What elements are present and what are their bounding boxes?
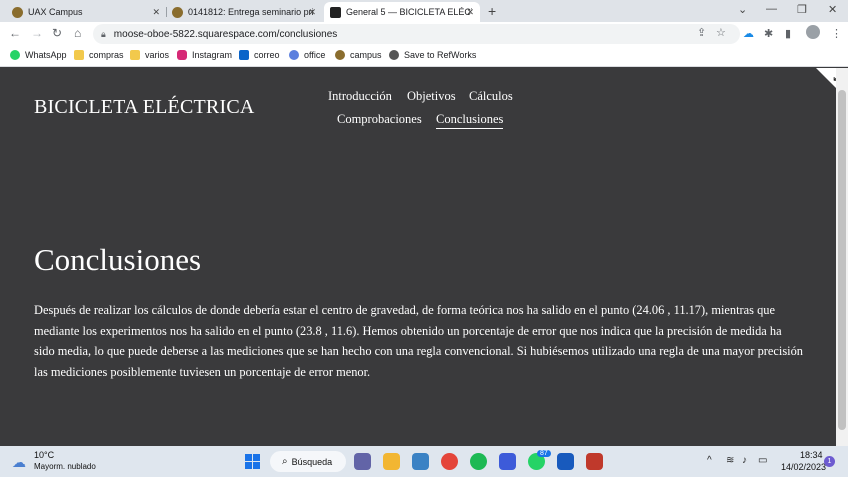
- bookmark-label: office: [304, 50, 326, 60]
- tab-entrega-seminario[interactable]: 0141812: Entrega seminario prim ✕: [166, 2, 322, 22]
- bookmark-label: correo: [254, 50, 280, 60]
- nav-calculos[interactable]: Cálculos: [469, 89, 513, 104]
- bookmark-varios[interactable]: varios: [130, 50, 169, 60]
- file-explorer-icon[interactable]: [383, 453, 400, 470]
- globe-icon: [389, 50, 399, 60]
- nav-conclusiones[interactable]: Conclusiones: [436, 112, 504, 129]
- windows-taskbar: ☁ 10°C Mayorm. nublado ⌕ Búsqueda ^ ≋ ♪ …: [0, 446, 848, 477]
- office-icon: [289, 50, 299, 60]
- close-tab-icon[interactable]: ✕: [466, 7, 474, 18]
- battery-icon[interactable]: ▭: [758, 455, 767, 466]
- tab-search-icon[interactable]: ⌄: [738, 3, 747, 16]
- nav-introduccion[interactable]: Introducción: [328, 89, 392, 104]
- restore-icon[interactable]: ❐: [797, 3, 807, 16]
- bookmark-label: Save to RefWorks: [404, 50, 477, 60]
- cloudy-weather-icon[interactable]: ☁: [12, 454, 26, 471]
- share-icon[interactable]: ⇪: [697, 26, 706, 39]
- weather-temperature[interactable]: 10°C: [34, 450, 54, 460]
- word-icon[interactable]: [557, 453, 574, 470]
- copilot-icon[interactable]: [499, 453, 516, 470]
- conclusion-paragraph: Después de realizar los cálculos de dond…: [34, 303, 803, 379]
- uax-favicon-icon: [335, 50, 345, 60]
- notification-badge[interactable]: 1: [824, 456, 835, 467]
- volume-icon[interactable]: ♪: [742, 455, 747, 466]
- start-windows-icon[interactable]: [245, 454, 260, 469]
- onedrive-extension-icon[interactable]: ☁: [743, 27, 754, 40]
- site-title[interactable]: BICICLETA ELÉCTRICA: [34, 96, 255, 119]
- bookmark-correo[interactable]: correo: [239, 50, 280, 60]
- whatsapp-unread-badge: 87: [537, 450, 551, 457]
- nav-objetivos[interactable]: Objetivos: [407, 89, 456, 104]
- tab-strip: UAX Campus ✕ 0141812: Entrega seminario …: [0, 0, 848, 22]
- bookmark-refworks[interactable]: Save to RefWorks: [389, 50, 476, 60]
- snipping-tool-icon[interactable]: [586, 453, 603, 470]
- bookmark-label: WhatsApp: [25, 50, 67, 60]
- bookmark-campus[interactable]: campus: [335, 50, 382, 60]
- instagram-icon: [177, 50, 187, 60]
- folder-icon: [130, 50, 140, 60]
- folder-icon: [74, 50, 84, 60]
- tab-title: UAX Campus: [28, 7, 83, 17]
- bookmark-label: varios: [145, 50, 170, 60]
- address-bar[interactable]: 🔒︎ moose-oboe-5822.squarespace.com/concl…: [93, 24, 740, 44]
- bookmark-label: compras: [89, 50, 124, 60]
- tab-title: 0141812: Entrega seminario prim: [188, 7, 314, 17]
- bookmarks-bar: WhatsApp compras varios Instagram correo…: [0, 46, 848, 67]
- extensions-puzzle-icon[interactable]: ✱: [764, 27, 773, 40]
- uax-favicon-icon: [172, 6, 183, 18]
- reload-icon[interactable]: ↻: [52, 26, 62, 40]
- close-tab-icon[interactable]: ✕: [152, 7, 160, 18]
- scrollbar-thumb[interactable]: [838, 90, 846, 430]
- taskbar-search[interactable]: ⌕ Búsqueda: [270, 451, 346, 472]
- chrome-icon[interactable]: [441, 453, 458, 470]
- forward-arrow-icon[interactable]: →: [31, 26, 43, 40]
- more-menu-icon[interactable]: ⋮: [831, 27, 842, 40]
- tab-uax-campus[interactable]: UAX Campus ✕: [6, 2, 166, 22]
- browser-toolbar: ← → ↻ ⌂ 🔒︎ moose-oboe-5822.squarespace.c…: [0, 22, 848, 46]
- page-scrollbar[interactable]: [836, 68, 848, 446]
- back-arrow-icon[interactable]: ←: [9, 26, 21, 40]
- squarespace-favicon-icon: [330, 6, 341, 18]
- page-heading: Conclusiones: [34, 242, 202, 277]
- teams-icon[interactable]: [354, 453, 371, 470]
- bookmark-star-icon[interactable]: ☆: [716, 26, 726, 39]
- nav-comprobaciones[interactable]: Comprobaciones: [337, 112, 422, 127]
- tab-bicicleta-electrica[interactable]: General 5 — BICICLETA ELÉCTRIC ✕: [324, 2, 480, 22]
- bookmark-compras[interactable]: compras: [74, 50, 124, 60]
- new-tab-button[interactable]: +: [488, 3, 496, 19]
- bookmark-office[interactable]: office: [289, 50, 325, 60]
- side-panel-icon[interactable]: ▮: [785, 27, 791, 40]
- clock-time[interactable]: 18:34: [800, 450, 823, 460]
- microsoft-store-icon[interactable]: [412, 453, 429, 470]
- show-hidden-icons-chevron-icon[interactable]: ^: [707, 455, 712, 466]
- minimize-icon[interactable]: —: [766, 3, 777, 15]
- search-label: Búsqueda: [291, 456, 333, 467]
- close-tab-icon[interactable]: ✕: [308, 7, 316, 18]
- bookmark-instagram[interactable]: Instagram: [177, 50, 232, 60]
- bookmark-whatsapp[interactable]: WhatsApp: [10, 50, 67, 60]
- search-icon: ⌕: [282, 456, 288, 467]
- home-icon[interactable]: ⌂: [74, 26, 81, 40]
- close-window-icon[interactable]: ✕: [828, 3, 837, 16]
- profile-avatar[interactable]: [806, 25, 820, 39]
- bookmark-label: campus: [350, 50, 382, 60]
- outlook-icon: [239, 50, 249, 60]
- uax-favicon-icon: [12, 6, 23, 18]
- spotify-icon[interactable]: [470, 453, 487, 470]
- whatsapp-icon: [10, 50, 20, 60]
- url-text: moose-oboe-5822.squarespace.com/conclusi…: [113, 28, 338, 40]
- weather-description[interactable]: Mayorm. nublado: [34, 462, 96, 471]
- bookmark-label: Instagram: [192, 50, 233, 60]
- tab-title: General 5 — BICICLETA ELÉCTRIC: [346, 7, 472, 17]
- clock-date[interactable]: 14/02/2023: [781, 462, 826, 472]
- wifi-icon[interactable]: ≋: [726, 455, 734, 466]
- lock-icon: 🔒︎: [101, 28, 106, 39]
